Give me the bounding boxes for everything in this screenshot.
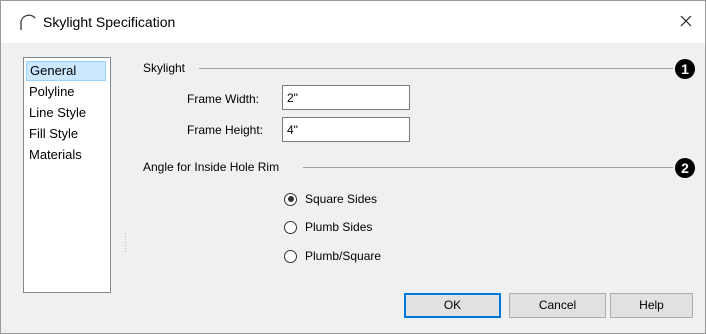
plumb-square-option[interactable]: Plumb/Square [284,247,381,265]
skylight-specification-dialog: Skylight Specification General Polyline … [0,0,706,334]
frame-height-label: Frame Height: [187,123,264,137]
category-item-fill-style[interactable]: Fill Style [26,124,106,144]
category-item-line-style[interactable]: Line Style [26,103,106,123]
frame-width-label: Frame Width: [187,92,260,106]
square-sides-label: Square Sides [305,192,378,206]
callout-badge-1: 1 [675,59,695,79]
square-sides-radio[interactable] [284,192,297,206]
category-list: General Polyline Line Style Fill Style M… [23,57,111,293]
cancel-button[interactable]: Cancel [509,293,606,318]
frame-height-field[interactable] [282,117,410,142]
splitter-grip[interactable] [124,231,127,261]
category-item-materials[interactable]: Materials [26,145,106,165]
category-item-general[interactable]: General [26,61,106,81]
callout-badge-2: 2 [675,158,695,178]
plumb-sides-option[interactable]: Plumb Sides [284,218,372,236]
close-button[interactable] [675,10,697,32]
plumb-square-radio[interactable] [284,249,297,263]
category-item-polyline[interactable]: Polyline [26,82,106,102]
skylight-group-divider [199,68,673,69]
ok-button[interactable]: OK [404,293,501,318]
close-icon [680,15,692,27]
angle-group-label: Angle for Inside Hole Rim [143,160,280,174]
skylight-arc-icon [19,13,37,31]
plumb-sides-radio[interactable] [284,220,297,234]
plumb-square-label: Plumb/Square [305,249,382,263]
angle-group-divider [303,167,673,168]
plumb-sides-label: Plumb Sides [305,220,373,234]
square-sides-option[interactable]: Square Sides [284,190,377,208]
frame-width-field[interactable] [282,85,410,110]
help-button[interactable]: Help [610,293,693,318]
title-bar: Skylight Specification [1,1,705,43]
dialog-title: Skylight Specification [43,14,176,30]
skylight-group-label: Skylight [143,61,186,75]
